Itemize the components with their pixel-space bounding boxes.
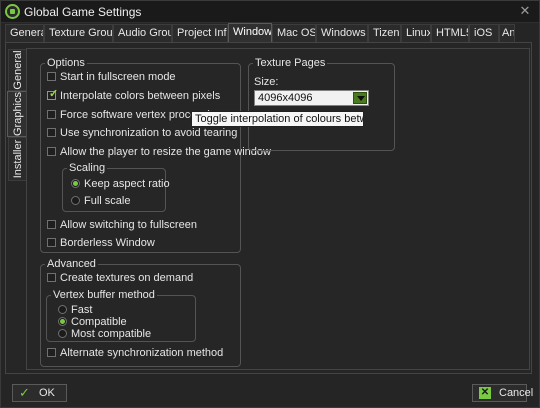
allow-switching-fullscreen-checkbox[interactable]: Allow switching to fullscreen xyxy=(47,219,197,233)
radio-dot[interactable] xyxy=(58,317,67,326)
radio-dot[interactable] xyxy=(71,179,80,188)
interpolate-tooltip: Toggle interpolation of colours between … xyxy=(191,111,364,127)
checkbox-box[interactable] xyxy=(47,273,56,282)
side-tab-installer[interactable]: Installer xyxy=(8,137,26,181)
tab-windows-8[interactable]: Windows 8 xyxy=(316,24,368,42)
texture-size-select[interactable]: 4096x4096 xyxy=(254,90,369,106)
tab-tizen[interactable]: Tizen xyxy=(368,24,401,42)
title-bar[interactable]: Global Game Settings ✕ xyxy=(1,1,539,23)
checkbox-box[interactable] xyxy=(47,72,56,81)
checkbox-box[interactable] xyxy=(47,220,56,229)
tab-project-info[interactable]: Project Info xyxy=(172,24,228,42)
texture-size-value: 4096x4096 xyxy=(258,92,313,104)
scaling-group-label: Scaling xyxy=(67,162,108,174)
platform-tabs: General Texture Groups Audio Groups Proj… xyxy=(5,23,537,43)
tab-windows[interactable]: Windows xyxy=(228,23,272,43)
allow-resize-checkbox[interactable]: Allow the player to resize the game wind… xyxy=(47,146,271,160)
vertex-most-compatible-radio[interactable]: Most compatible xyxy=(58,328,151,341)
tab-general[interactable]: General xyxy=(5,24,44,42)
close-button[interactable]: ✕ xyxy=(517,3,533,19)
cancel-button[interactable]: ✕ Cancel xyxy=(472,384,533,402)
advanced-group-label: Advanced xyxy=(45,258,98,270)
radio-dot[interactable] xyxy=(58,329,67,338)
alternate-sync-checkbox[interactable]: Alternate synchronization method xyxy=(47,347,223,361)
tab-html5[interactable]: HTML5 xyxy=(431,24,469,42)
gamemaker-logo-icon xyxy=(5,4,20,19)
tab-linux[interactable]: Linux xyxy=(401,24,431,42)
tab-ios[interactable]: iOS xyxy=(469,24,499,42)
full-scale-radio[interactable]: Full scale xyxy=(71,195,130,208)
side-tab-graphics[interactable]: Graphics xyxy=(7,91,27,137)
ok-button[interactable]: ✓ OK xyxy=(12,384,67,402)
checkbox-box[interactable] xyxy=(47,110,56,119)
interpolate-colors-checkbox[interactable]: ✓ Interpolate colors between pixels xyxy=(47,88,220,104)
keep-aspect-ratio-radio[interactable]: Keep aspect ratio xyxy=(71,178,170,191)
close-icon: ✕ xyxy=(479,387,491,399)
tab-audio-groups[interactable]: Audio Groups xyxy=(113,24,172,42)
vertex-buffer-label: Vertex buffer method xyxy=(51,289,157,301)
texture-size-label: Size: xyxy=(254,76,279,88)
tab-android[interactable]: An xyxy=(499,24,515,42)
checkmark-icon: ✓ xyxy=(19,385,30,400)
checkbox-box[interactable] xyxy=(47,348,56,357)
borderless-window-checkbox[interactable]: Borderless Window xyxy=(47,237,155,251)
start-fullscreen-checkbox[interactable]: Start in fullscreen mode xyxy=(47,71,176,85)
side-tab-general[interactable]: General xyxy=(8,49,26,91)
chevron-down-icon[interactable] xyxy=(353,92,367,104)
options-group-label: Options xyxy=(45,57,87,69)
checkbox-box[interactable] xyxy=(47,128,56,137)
tab-texture-groups[interactable]: Texture Groups xyxy=(44,24,113,42)
tab-mac-os-x[interactable]: Mac OS X xyxy=(272,24,316,42)
radio-dot[interactable] xyxy=(71,196,80,205)
check-icon: ✓ xyxy=(49,88,59,100)
checkbox-box[interactable] xyxy=(47,238,56,247)
texture-pages-label: Texture Pages xyxy=(253,57,328,69)
checkbox-box[interactable] xyxy=(47,147,56,156)
window-title: Global Game Settings xyxy=(24,5,142,19)
settings-window: Global Game Settings ✕ General Texture G… xyxy=(0,0,540,408)
radio-dot[interactable] xyxy=(58,305,67,314)
checkbox-box[interactable]: ✓ xyxy=(47,88,59,100)
use-synchronization-checkbox[interactable]: Use synchronization to avoid tearing xyxy=(47,127,237,141)
create-textures-checkbox[interactable]: Create textures on demand xyxy=(47,272,193,286)
